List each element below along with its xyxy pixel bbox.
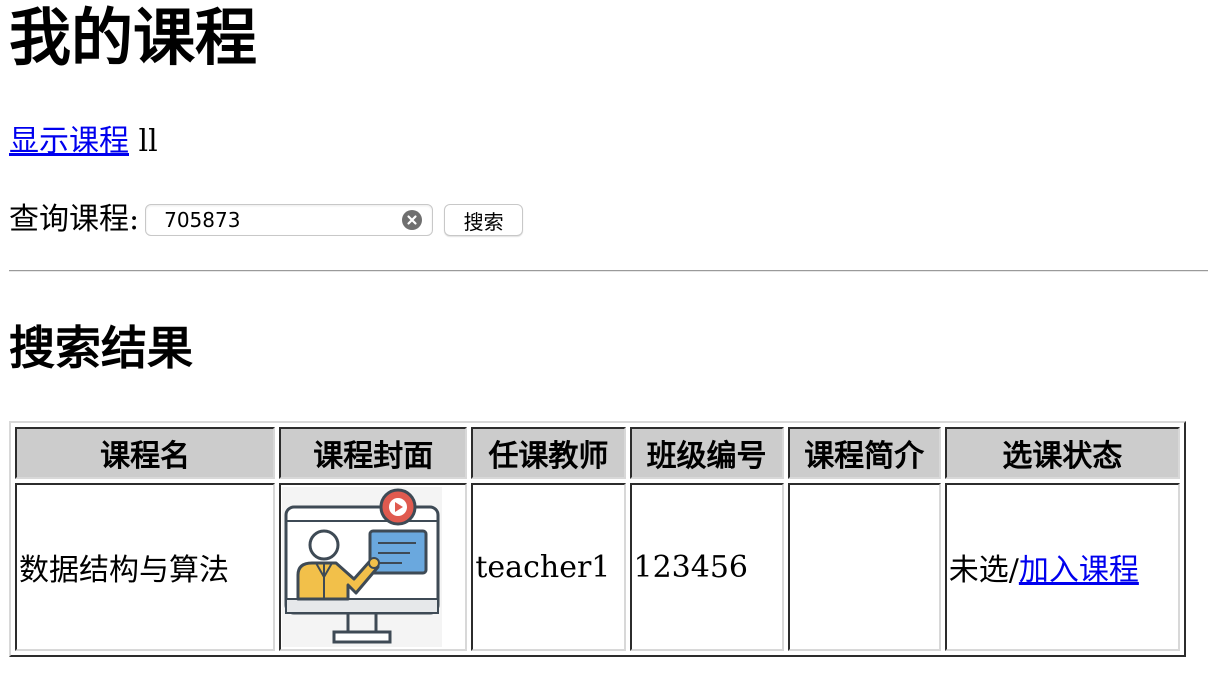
status-text: 未选/ bbox=[948, 553, 1019, 588]
nav-separator: ll bbox=[138, 124, 158, 159]
column-header-course-name: 课程名 bbox=[15, 427, 276, 479]
course-cover-cell bbox=[279, 483, 468, 651]
search-input[interactable] bbox=[146, 205, 405, 235]
search-button[interactable]: 搜索 bbox=[444, 204, 524, 236]
nav-bar: 显示课程 ll bbox=[9, 122, 158, 162]
column-header-class-id: 班级编号 bbox=[629, 427, 784, 479]
column-header-cover: 课程封面 bbox=[279, 427, 468, 479]
description-cell bbox=[787, 483, 941, 651]
results-title: 搜索结果 bbox=[9, 321, 193, 375]
teacher-presentation-icon bbox=[282, 487, 443, 647]
status-cell: 未选/加入课程 bbox=[944, 483, 1180, 651]
search-form: 查询课程: 搜索 bbox=[9, 198, 524, 242]
table-row: 数据结构与算法 teacher1 123456 未选/加入课程 bbox=[15, 483, 1180, 651]
class-id-cell: 123456 bbox=[629, 483, 784, 651]
search-field bbox=[145, 204, 434, 236]
teacher-cell: teacher1 bbox=[471, 483, 626, 651]
search-label: 查询课程: bbox=[9, 202, 140, 237]
column-header-teacher: 任课教师 bbox=[471, 427, 626, 479]
column-header-status: 选课状态 bbox=[944, 427, 1180, 479]
column-header-description: 课程简介 bbox=[787, 427, 941, 479]
clear-icon[interactable] bbox=[402, 210, 423, 230]
show-courses-link[interactable]: 显示课程 bbox=[9, 124, 129, 159]
divider bbox=[9, 270, 1208, 272]
table-header-row: 课程名 课程封面 任课教师 班级编号 课程简介 选课状态 bbox=[15, 427, 1180, 479]
results-table: 课程名 课程封面 任课教师 班级编号 课程简介 选课状态 数据结构与算法 tea… bbox=[9, 421, 1186, 657]
page-title: 我的课程 bbox=[9, 1, 258, 74]
join-course-link[interactable]: 加入课程 bbox=[1019, 553, 1139, 588]
course-name-cell: 数据结构与算法 bbox=[15, 483, 276, 651]
